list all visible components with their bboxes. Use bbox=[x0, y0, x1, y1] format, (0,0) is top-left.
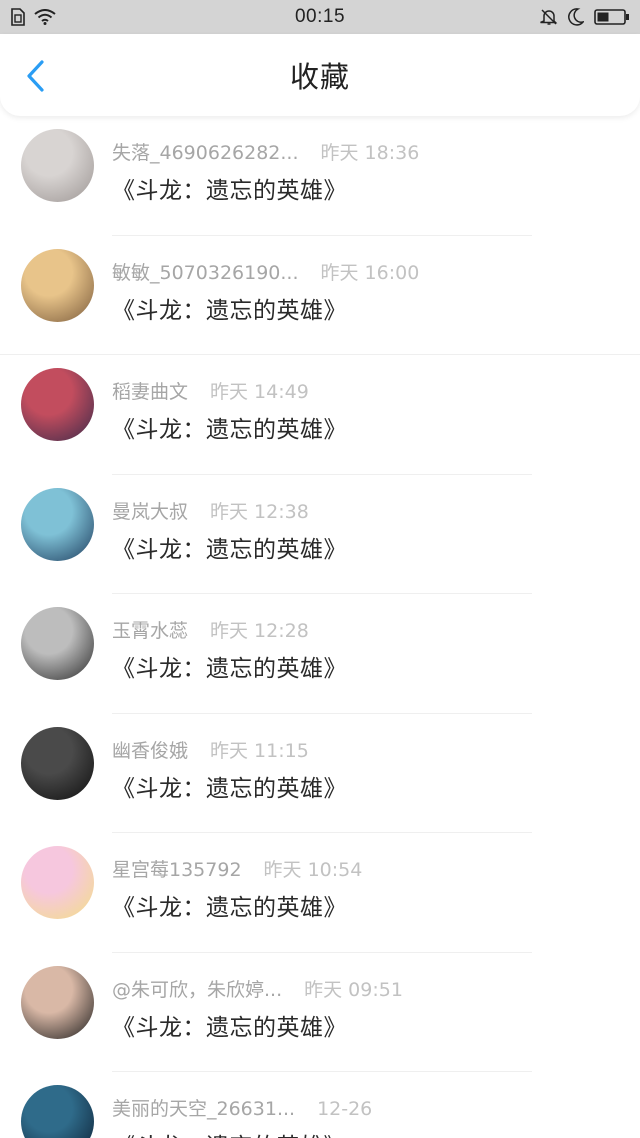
timestamp: 昨天 18:36 bbox=[320, 142, 420, 164]
timestamp: 12-26 bbox=[317, 1098, 373, 1120]
user-name: 美丽的天空_26631... bbox=[112, 1098, 296, 1120]
item-title: 《斗龙：遗忘的英雄》 bbox=[112, 178, 347, 204]
item-meta: 敏敏_5070326190... 昨天 16:00 bbox=[112, 258, 419, 285]
item-meta: @朱可欣，朱欣婷... 昨天 09:51 bbox=[112, 975, 403, 1002]
status-bar: 00:15 bbox=[0, 0, 640, 34]
avatar[interactable] bbox=[21, 607, 94, 680]
list-item[interactable]: 稻妻曲文 昨天 14:49 《斗龙：遗忘的英雄》 bbox=[0, 355, 640, 475]
list-item[interactable]: 美丽的天空_26631... 12-26 《斗龙：遗忘的英雄》 bbox=[0, 1072, 640, 1138]
mute-icon bbox=[540, 8, 558, 26]
timestamp: 昨天 11:15 bbox=[210, 739, 309, 762]
user-name: @朱可欣，朱欣婷... bbox=[112, 978, 283, 1001]
timestamp: 昨天 14:49 bbox=[210, 381, 309, 403]
list-item[interactable]: 敏敏_5070326190... 昨天 16:00 《斗龙：遗忘的英雄》 bbox=[0, 236, 640, 355]
list-item[interactable]: 曼岚大叔 昨天 12:38 《斗龙：遗忘的英雄》 bbox=[0, 475, 640, 594]
timestamp: 昨天 09:51 bbox=[304, 978, 403, 1001]
list-item[interactable]: 星宫莓135792 昨天 10:54 《斗龙：遗忘的英雄》 bbox=[0, 833, 640, 953]
list-item[interactable]: 失落_4690626282... 昨天 18:36 《斗龙：遗忘的英雄》 bbox=[0, 116, 640, 236]
user-name: 幽香俊娥 bbox=[112, 739, 189, 762]
user-name: 失落_4690626282... bbox=[112, 142, 299, 164]
item-meta: 玉霄水蕊 昨天 12:28 bbox=[112, 616, 309, 643]
item-meta: 幽香俊娥 昨天 11:15 bbox=[112, 736, 309, 763]
page-title: 收藏 bbox=[289, 60, 350, 94]
item-meta: 失落_4690626282... 昨天 18:36 bbox=[112, 138, 419, 165]
user-name: 稻妻曲文 bbox=[112, 381, 189, 403]
user-name: 星宫莓135792 bbox=[112, 859, 242, 881]
timestamp: 昨天 16:00 bbox=[320, 261, 420, 284]
item-title: 《斗龙：遗忘的英雄》 bbox=[112, 417, 347, 443]
status-right bbox=[470, 8, 630, 26]
back-button[interactable] bbox=[18, 56, 52, 96]
item-meta: 曼岚大叔 昨天 12:38 bbox=[112, 497, 309, 524]
status-left bbox=[10, 8, 170, 26]
item-title: 《斗龙：遗忘的英雄》 bbox=[112, 775, 347, 802]
list-item[interactable]: 玉霄水蕊 昨天 12:28 《斗龙：遗忘的英雄》 bbox=[0, 594, 640, 714]
avatar[interactable] bbox=[21, 248, 94, 322]
sim-icon bbox=[10, 8, 26, 26]
item-meta: 稻妻曲文 昨天 14:49 bbox=[112, 377, 309, 404]
item-title: 《斗龙：遗忘的英雄》 bbox=[112, 1127, 347, 1138]
chevron-left-icon bbox=[27, 60, 44, 92]
item-title: 《斗龙：遗忘的英雄》 bbox=[112, 895, 347, 921]
favorites-list: 失落_4690626282... 昨天 18:36 《斗龙：遗忘的英雄》 敏敏_507… bbox=[0, 116, 640, 1138]
timestamp: 昨天 12:38 bbox=[210, 500, 309, 523]
user-name: 曼岚大叔 bbox=[112, 500, 189, 523]
avatar[interactable] bbox=[21, 846, 94, 919]
wifi-icon bbox=[34, 9, 56, 25]
list-item[interactable]: @朱可欣，朱欣婷... 昨天 09:51 《斗龙：遗忘的英雄》 bbox=[0, 953, 640, 1072]
user-name: 敏敏_5070326190... bbox=[112, 261, 299, 284]
item-title: 《斗龙：遗忘的英雄》 bbox=[112, 1014, 347, 1041]
avatar[interactable] bbox=[21, 1085, 94, 1138]
avatar[interactable] bbox=[21, 129, 94, 202]
avatar[interactable] bbox=[21, 726, 94, 800]
moon-icon bbox=[568, 8, 584, 26]
item-title: 《斗龙：遗忘的英雄》 bbox=[112, 536, 347, 563]
item-title: 《斗龙：遗忘的英雄》 bbox=[112, 297, 347, 324]
header-bar: 收藏 bbox=[0, 34, 640, 116]
user-name: 玉霄水蕊 bbox=[112, 620, 189, 642]
status-time: 00:15 bbox=[294, 6, 346, 27]
item-meta: 星宫莓135792 昨天 10:54 bbox=[112, 855, 362, 882]
timestamp: 昨天 12:28 bbox=[210, 620, 309, 642]
timestamp: 昨天 10:54 bbox=[263, 859, 363, 881]
avatar[interactable] bbox=[21, 965, 94, 1039]
item-title: 《斗龙：遗忘的英雄》 bbox=[112, 656, 347, 682]
avatar[interactable] bbox=[21, 487, 94, 561]
item-meta: 美丽的天空_26631... 12-26 bbox=[112, 1094, 372, 1121]
avatar[interactable] bbox=[21, 368, 94, 441]
battery-icon bbox=[594, 8, 630, 26]
list-item[interactable]: 幽香俊娥 昨天 11:15 《斗龙：遗忘的英雄》 bbox=[0, 714, 640, 833]
